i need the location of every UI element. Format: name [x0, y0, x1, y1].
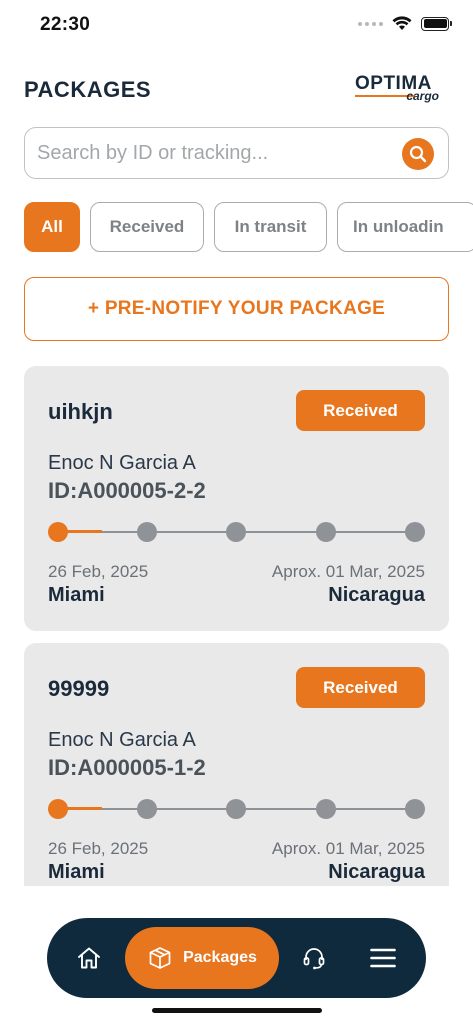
status-icons [358, 16, 452, 31]
progress-step-dot [405, 799, 425, 819]
progress-step-dot [226, 522, 246, 542]
search-button[interactable] [402, 138, 434, 170]
progress-tracker [48, 522, 425, 542]
filter-in-transit[interactable]: In transit [214, 202, 327, 252]
home-indicator [152, 1008, 322, 1013]
filter-in-unloading[interactable]: In unloadin [337, 202, 473, 252]
bottom-nav: Packages [47, 918, 426, 998]
nav-support[interactable] [299, 918, 329, 998]
progress-step-dot [226, 799, 246, 819]
package-owner: Enoc N Garcia A [48, 452, 196, 474]
support-headset-icon [303, 948, 325, 970]
package-icon [149, 947, 171, 969]
progress-step-dot [137, 799, 157, 819]
start-date: 26 Feb, 2025 [48, 839, 149, 858]
nav-packages-label: Packages [183, 949, 257, 966]
page-title: PACKAGES [24, 77, 152, 102]
progress-step-dot [48, 799, 68, 819]
nav-packages[interactable]: Packages [125, 927, 279, 989]
progress-step-dot [405, 522, 425, 542]
estimated-date: Aprox. 01 Mar, 2025 [271, 562, 425, 581]
package-id: ID:A000005-2-2 [48, 478, 206, 503]
progress-step-dot [137, 522, 157, 542]
package-owner: Enoc N Garcia A [48, 729, 196, 751]
estimated-date: Aprox. 01 Mar, 2025 [271, 839, 425, 858]
package-card[interactable]: uihkjn Received Enoc N Garcia A ID:A0000… [24, 366, 449, 631]
search-box [24, 127, 449, 179]
search-input[interactable] [37, 138, 397, 168]
progress-step-dot [316, 522, 336, 542]
filter-all[interactable]: All [24, 202, 80, 252]
progress-tracker [48, 799, 425, 819]
filter-received[interactable]: Received [90, 202, 204, 252]
pre-notify-button[interactable]: + PRE-NOTIFY YOUR PACKAGE [24, 277, 449, 341]
header: PACKAGES OPTIMA cargo [24, 72, 449, 106]
package-card[interactable]: 99999 Received Enoc N Garcia A ID:A00000… [24, 643, 449, 886]
status-filters: All Received In transit In unloadin [24, 202, 473, 254]
status-badge: Received [296, 390, 425, 431]
nav-home[interactable] [71, 918, 107, 998]
signal-icon [358, 21, 383, 26]
progress-step-dot [316, 799, 336, 819]
logo-sub-text: cargo [406, 89, 439, 103]
wifi-icon [392, 16, 412, 30]
destination-city: Nicaragua [328, 861, 425, 883]
menu-icon [370, 948, 396, 968]
package-list: uihkjn Received Enoc N Garcia A ID:A0000… [0, 366, 473, 886]
search-icon [409, 145, 427, 163]
package-name: uihkjn [48, 399, 113, 424]
nav-menu[interactable] [367, 918, 399, 998]
status-badge: Received [296, 667, 425, 708]
package-id: ID:A000005-1-2 [48, 755, 206, 780]
progress-step-dot [48, 522, 68, 542]
optima-cargo-logo: OPTIMA cargo [355, 74, 439, 104]
status-time: 22:30 [40, 14, 91, 35]
home-icon [78, 947, 100, 969]
destination-city: Nicaragua [328, 584, 425, 606]
origin-city: Miami [48, 584, 105, 606]
status-bar: 22:30 [0, 0, 473, 52]
package-name: 99999 [48, 676, 110, 701]
battery-icon [421, 16, 452, 31]
start-date: 26 Feb, 2025 [48, 562, 149, 581]
origin-city: Miami [48, 861, 105, 883]
